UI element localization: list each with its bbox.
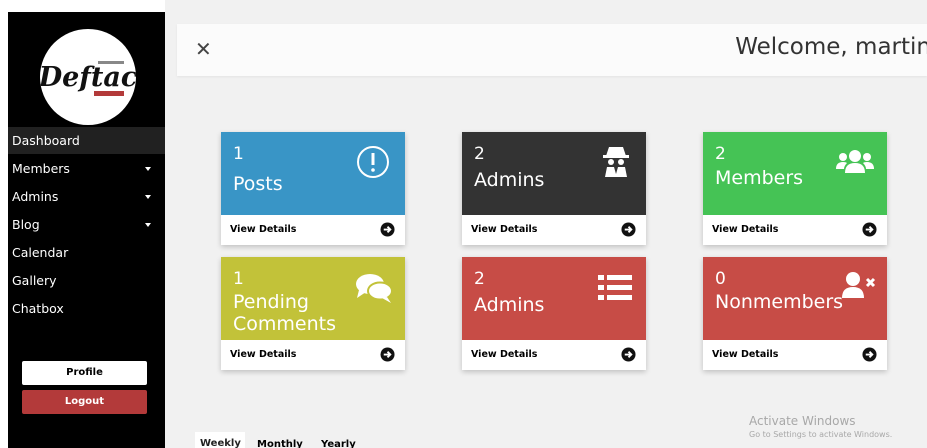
view-details-link[interactable]: View Details: [230, 349, 296, 360]
card-count: 1: [233, 269, 244, 289]
card-footer[interactable]: View Details: [221, 215, 405, 245]
card-count: 0: [715, 269, 726, 289]
spy-icon: [603, 145, 629, 181]
users-icon: [836, 149, 874, 177]
sidebar-item-label: Members: [12, 161, 70, 176]
sidebar-item-label: Blog: [12, 217, 40, 232]
user-times-icon: [842, 272, 876, 302]
comments-icon: [355, 273, 393, 307]
admins-card: 2 Admins View Details: [462, 132, 646, 245]
sidebar-item-calendar[interactable]: Calendar: [8, 239, 165, 266]
sidebar-item-label: Chatbox: [12, 301, 64, 316]
main-content: ✕ Welcome, martin 1 Posts View Details 2…: [165, 0, 927, 448]
exclamation-circle-icon: [356, 145, 390, 183]
arrow-circle-right-icon[interactable]: [621, 347, 636, 366]
card-header: 2 Admins: [462, 132, 646, 215]
card-footer[interactable]: View Details: [462, 215, 646, 245]
sidebar-item-blog[interactable]: Blog: [8, 211, 165, 238]
view-details-link[interactable]: View Details: [712, 224, 778, 235]
top-bar: ✕ Welcome, martin: [177, 24, 927, 76]
sidebar-item-chatbox[interactable]: Chatbox: [8, 295, 165, 322]
profile-button[interactable]: Profile: [22, 361, 147, 385]
welcome-message: Welcome, martin: [735, 34, 927, 60]
card-label: Nonmembers: [715, 291, 844, 313]
card-count: 2: [715, 144, 726, 164]
sidebar-item-label: Admins: [12, 189, 59, 204]
card-header: 1 Posts: [221, 132, 405, 215]
sidebar-item-gallery[interactable]: Gallery: [8, 267, 165, 294]
list-icon: [598, 273, 632, 307]
card-label-line1: Pending: [233, 291, 309, 313]
sidebar: Deftac Dashboard Members Admins Blog Cal…: [8, 12, 165, 448]
caret-down-icon: [145, 167, 151, 171]
card-label: Admins: [474, 169, 545, 191]
watermark-subtitle: Go to Settings to activate Windows.: [749, 430, 893, 439]
card-label-line2: Comments: [233, 313, 336, 335]
card-header: 2 Admins: [462, 257, 646, 340]
card-footer[interactable]: View Details: [703, 215, 887, 245]
posts-card: 1 Posts View Details: [221, 132, 405, 245]
caret-down-icon: [145, 195, 151, 199]
activate-windows-watermark: Activate Windows Go to Settings to activ…: [749, 414, 892, 439]
card-footer[interactable]: View Details: [462, 340, 646, 370]
tab-yearly[interactable]: Yearly: [321, 439, 356, 448]
card-footer[interactable]: View Details: [221, 340, 405, 370]
sidebar-item-admins[interactable]: Admins: [8, 183, 165, 210]
card-count: 2: [474, 269, 485, 289]
sidebar-item-dashboard[interactable]: Dashboard: [8, 127, 165, 154]
members-card: 2 Members View Details: [703, 132, 887, 245]
arrow-circle-right-icon[interactable]: [380, 222, 395, 241]
tab-monthly[interactable]: Monthly: [257, 439, 303, 448]
pending-comments-card: 1 Pending Comments View Details: [221, 257, 405, 370]
card-label: Posts: [233, 173, 283, 195]
sidebar-item-members[interactable]: Members: [8, 155, 165, 182]
close-icon[interactable]: ✕: [195, 39, 212, 59]
sidebar-item-label: Gallery: [12, 273, 57, 288]
sidebar-item-label: Calendar: [12, 245, 69, 260]
arrow-circle-right-icon[interactable]: [621, 222, 636, 241]
card-header: 0 Nonmembers: [703, 257, 887, 340]
logout-button[interactable]: Logout: [22, 390, 147, 414]
card-count: 2: [474, 144, 485, 164]
card-label: Admins: [474, 294, 545, 316]
view-details-link[interactable]: View Details: [712, 349, 778, 360]
card-count: 1: [233, 144, 244, 164]
card-header: 2 Members: [703, 132, 887, 215]
svg-text:Deftac: Deftac: [40, 62, 136, 93]
sidebar-item-label: Dashboard: [12, 133, 80, 148]
arrow-circle-right-icon[interactable]: [380, 347, 395, 366]
arrow-circle-right-icon[interactable]: [862, 222, 877, 241]
deftac-logo: Deftac: [40, 29, 136, 125]
watermark-title: Activate Windows: [749, 414, 856, 428]
card-header: 1 Pending Comments: [221, 257, 405, 340]
view-details-link[interactable]: View Details: [471, 224, 537, 235]
card-label: Members: [715, 167, 804, 189]
view-details-link[interactable]: View Details: [471, 349, 537, 360]
view-details-link[interactable]: View Details: [230, 224, 296, 235]
nonmembers-card: 0 Nonmembers View Details: [703, 257, 887, 370]
arrow-circle-right-icon[interactable]: [862, 347, 877, 366]
card-footer[interactable]: View Details: [703, 340, 887, 370]
caret-down-icon: [145, 223, 151, 227]
admins-list-card: 2 Admins View Details: [462, 257, 646, 370]
tab-weekly[interactable]: Weekly: [195, 432, 245, 448]
